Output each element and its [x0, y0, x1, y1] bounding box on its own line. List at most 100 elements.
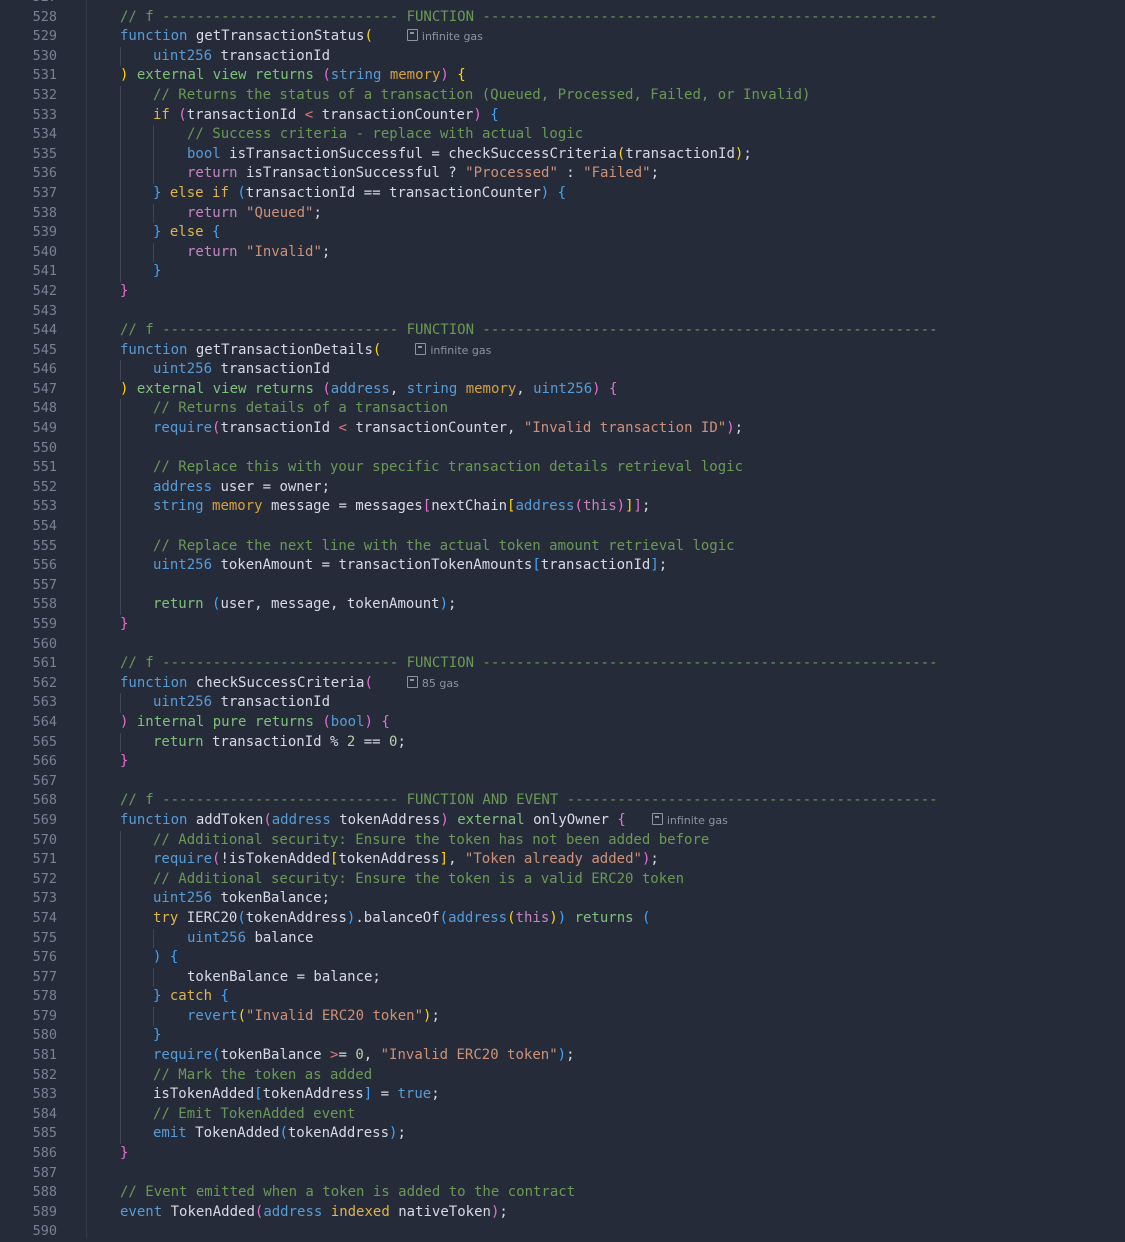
code-line: 539} else { — [0, 223, 1125, 243]
code-line: 559} — [0, 615, 1125, 635]
indent-guide — [153, 125, 154, 145]
code-line: 532 // Returns the status of a transactio… — [0, 85, 1125, 106]
code-area[interactable]: 527 528 // f ----------------------------… — [0, 0, 1125, 1242]
line-number: 537 — [32, 184, 57, 201]
gas-pump-icon — [406, 29, 418, 42]
gas-estimate[interactable]: 85 gas — [406, 675, 459, 690]
line-number: 528 — [32, 8, 57, 25]
indent-guide — [120, 536, 121, 557]
code-line: 534 // Success criteria - replace with ac… — [0, 125, 1125, 145]
line-number: 538 — [32, 204, 57, 221]
code-line: 558 return (user, message, tokenAmount); — [0, 595, 1125, 615]
line-number: 581 — [32, 1047, 57, 1064]
code-editor[interactable]: 527 528 // f ----------------------------… — [0, 0, 1125, 1239]
code-line: 571 require(!isTokenAdded[tokenAddress], … — [0, 850, 1125, 870]
line-number: 554 — [32, 518, 57, 535]
indent-guide — [120, 869, 121, 890]
indent-guide — [120, 105, 121, 126]
indent-guide — [120, 1026, 121, 1047]
code-line: 581 require(tokenBalance >= 0, "Invalid E… — [0, 1046, 1125, 1066]
line-number: 576 — [32, 949, 57, 966]
indent-guide — [120, 693, 121, 713]
code-line: 575 uint256 balance — [0, 928, 1125, 949]
line-number: 557 — [32, 576, 57, 593]
indent-guide — [120, 987, 121, 1007]
indent-guide — [153, 144, 154, 165]
code-comment: // Returns the status of a transaction (… — [153, 86, 811, 103]
code-line: 588 // Event emitted when a token is adde… — [0, 1183, 1125, 1203]
code-line: 577 tokenBalance = balance; — [0, 967, 1125, 988]
line-number: 549 — [32, 420, 57, 437]
line-number: 571 — [32, 851, 57, 868]
code-line: 554 — [0, 517, 1125, 537]
line-number: 558 — [32, 596, 57, 613]
indent-guide — [120, 1124, 121, 1145]
line-number: 579 — [32, 1007, 57, 1024]
code-line: 582 // Mark the token as added — [0, 1065, 1125, 1086]
line-number: 536 — [32, 165, 57, 182]
code-line: 550 — [0, 438, 1125, 459]
code-line: 576) { — [0, 948, 1125, 968]
code-line: 546 uint256 transactionId — [0, 360, 1125, 380]
line-number: 534 — [32, 126, 57, 143]
indent-guide — [120, 419, 121, 439]
code-line: 543 — [0, 302, 1125, 322]
string-literal: "Invalid ERC20 token" — [246, 1007, 424, 1024]
indent-guide — [120, 1065, 121, 1086]
gas-estimate[interactable]: infinite gas — [651, 812, 728, 827]
indent-guide — [153, 242, 154, 263]
line-number: 567 — [32, 772, 57, 789]
line-number: 589 — [32, 1203, 57, 1220]
indent-guide — [120, 164, 121, 184]
indent-guide — [120, 556, 121, 576]
code-line: 585 emit TokenAdded(tokenAddress); — [0, 1124, 1125, 1145]
gas-estimate[interactable]: infinite gas — [406, 29, 483, 43]
line-number: 569 — [32, 811, 57, 828]
line-number: 580 — [32, 1027, 57, 1044]
string-literal: "Invalid transaction ID" — [523, 420, 727, 437]
indent-guide — [120, 850, 121, 870]
code-comment: // Emit TokenAdded event — [153, 1105, 356, 1122]
indent-guide — [120, 125, 121, 145]
indent-guide — [120, 1085, 121, 1105]
line-number: 585 — [32, 1125, 57, 1142]
gas-pump-icon — [415, 342, 427, 355]
code-line: 556 uint256 tokenAmount = transactionToke… — [0, 556, 1125, 576]
line-number: 577 — [32, 968, 57, 985]
line-number: 541 — [32, 263, 57, 280]
code-line: 578} catch { — [0, 987, 1125, 1007]
code-line: 549 require(transactionId < transactionCo… — [0, 419, 1125, 439]
code-line: 566} — [0, 752, 1125, 772]
code-line: 562 function checkSuccessCriteria(85 gas — [0, 674, 1125, 694]
string-literal: "Token already added" — [464, 851, 642, 868]
line-number: 590 — [32, 1223, 57, 1240]
code-comment: // Additional security: Ensure the token… — [153, 870, 685, 887]
code-line: 530 uint256 transactionId — [0, 46, 1125, 67]
function-separator-comment: // f ---------------------------- FUNCTI… — [120, 322, 938, 339]
string-literal: "Queued" — [246, 204, 314, 221]
indent-guide — [120, 262, 121, 282]
line-number: 570 — [32, 831, 57, 848]
line-number: 555 — [32, 537, 57, 554]
gas-estimate[interactable]: infinite gas — [415, 342, 491, 357]
indent-guide — [120, 477, 121, 498]
code-comment: // Replace this with your specific trans… — [153, 459, 744, 476]
line-number: 535 — [32, 145, 57, 162]
line-number: 578 — [32, 988, 57, 1005]
code-line: 555 // Replace the next line with the act… — [0, 536, 1125, 557]
code-line: 531) external view returns (string memor… — [0, 66, 1125, 86]
indent-guide — [120, 458, 121, 478]
line-number: 546 — [32, 361, 57, 378]
code-line: 572 // Additional security: Ensure the to… — [0, 869, 1125, 890]
string-literal: "Invalid" — [246, 243, 322, 260]
indent-guide — [120, 360, 121, 380]
line-number: 550 — [32, 439, 57, 456]
code-line: 553 string memory message = messages[next… — [0, 497, 1125, 518]
code-line: 580} — [0, 1026, 1125, 1047]
line-number: 529 — [32, 28, 57, 45]
code-line: 584 // Emit TokenAdded event — [0, 1104, 1125, 1125]
indent-guide — [120, 732, 121, 753]
code-comment: // Mark the token as added — [153, 1066, 373, 1083]
line-number: 527 — [0, 0, 57, 8]
line-number: 540 — [32, 243, 57, 260]
